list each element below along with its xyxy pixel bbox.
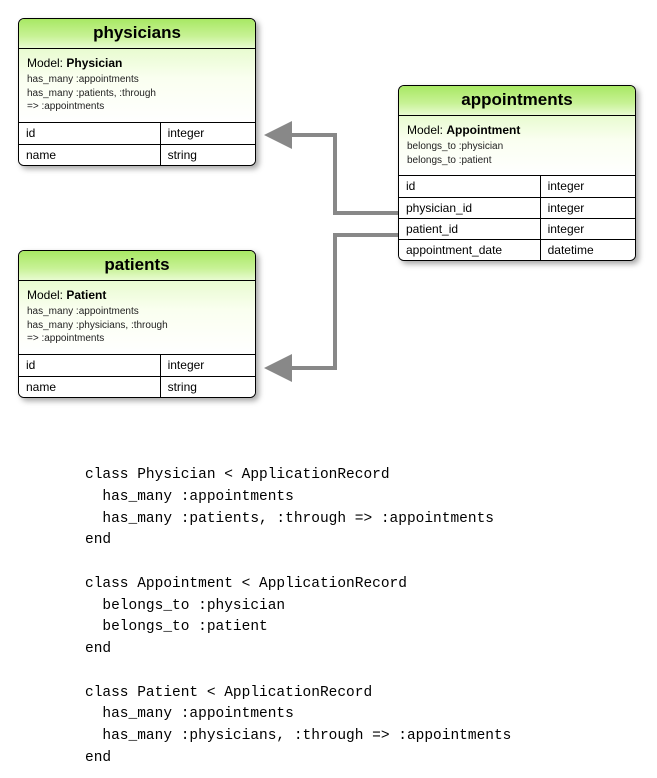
entity-title: appointments bbox=[399, 86, 635, 116]
model-name: Appointment bbox=[446, 123, 520, 137]
column-name: patient_id bbox=[399, 218, 541, 239]
entity-description: Model: Patient has_many :appointments ha… bbox=[19, 281, 255, 355]
column-type: datetime bbox=[541, 239, 635, 260]
model-prefix: Model: bbox=[27, 56, 66, 70]
columns-table: id integer physician_id integer patient_… bbox=[399, 176, 635, 260]
column-name: name bbox=[19, 376, 161, 397]
columns-table: id integer name string bbox=[19, 123, 255, 165]
column-type: integer bbox=[541, 176, 635, 197]
relation-line: has_many :appointments bbox=[27, 73, 247, 87]
column-name: name bbox=[19, 144, 161, 165]
column-type: integer bbox=[161, 355, 255, 376]
column-type: integer bbox=[541, 218, 635, 239]
relation-line: has_many :appointments bbox=[27, 305, 247, 319]
column-type: string bbox=[161, 144, 255, 165]
code-block: class Physician < ApplicationRecord has_… bbox=[85, 465, 511, 770]
model-prefix: Model: bbox=[27, 288, 66, 302]
entity-title: patients bbox=[19, 251, 255, 281]
relation-line: => :appointments bbox=[27, 332, 247, 346]
entity-physicians: physicians Model: Physician has_many :ap… bbox=[18, 18, 256, 166]
arrow-appointments-to-physicians bbox=[268, 135, 398, 213]
model-prefix: Model: bbox=[407, 123, 446, 137]
entity-appointments: appointments Model: Appointment belongs_… bbox=[398, 85, 636, 261]
entity-description: Model: Physician has_many :appointments … bbox=[19, 49, 255, 123]
model-name: Patient bbox=[66, 288, 106, 302]
column-name: physician_id bbox=[399, 197, 541, 218]
relation-line: belongs_to :physician bbox=[407, 140, 627, 154]
entity-patients: patients Model: Patient has_many :appoin… bbox=[18, 250, 256, 398]
relation-line: belongs_to :patient bbox=[407, 154, 627, 168]
model-name: Physician bbox=[66, 56, 122, 70]
column-name: id bbox=[399, 176, 541, 197]
column-name: id bbox=[19, 123, 161, 144]
column-name: appointment_date bbox=[399, 239, 541, 260]
relation-line: has_many :patients, :through bbox=[27, 87, 247, 101]
column-type: integer bbox=[541, 197, 635, 218]
diagram-canvas: physicians Model: Physician has_many :ap… bbox=[0, 0, 657, 455]
relation-line: => :appointments bbox=[27, 100, 247, 114]
entity-title: physicians bbox=[19, 19, 255, 49]
column-type: string bbox=[161, 376, 255, 397]
relation-line: has_many :physicians, :through bbox=[27, 319, 247, 333]
columns-table: id integer name string bbox=[19, 355, 255, 397]
column-name: id bbox=[19, 355, 161, 376]
entity-description: Model: Appointment belongs_to :physician… bbox=[399, 116, 635, 176]
column-type: integer bbox=[161, 123, 255, 144]
arrow-appointments-to-patients bbox=[268, 235, 398, 368]
